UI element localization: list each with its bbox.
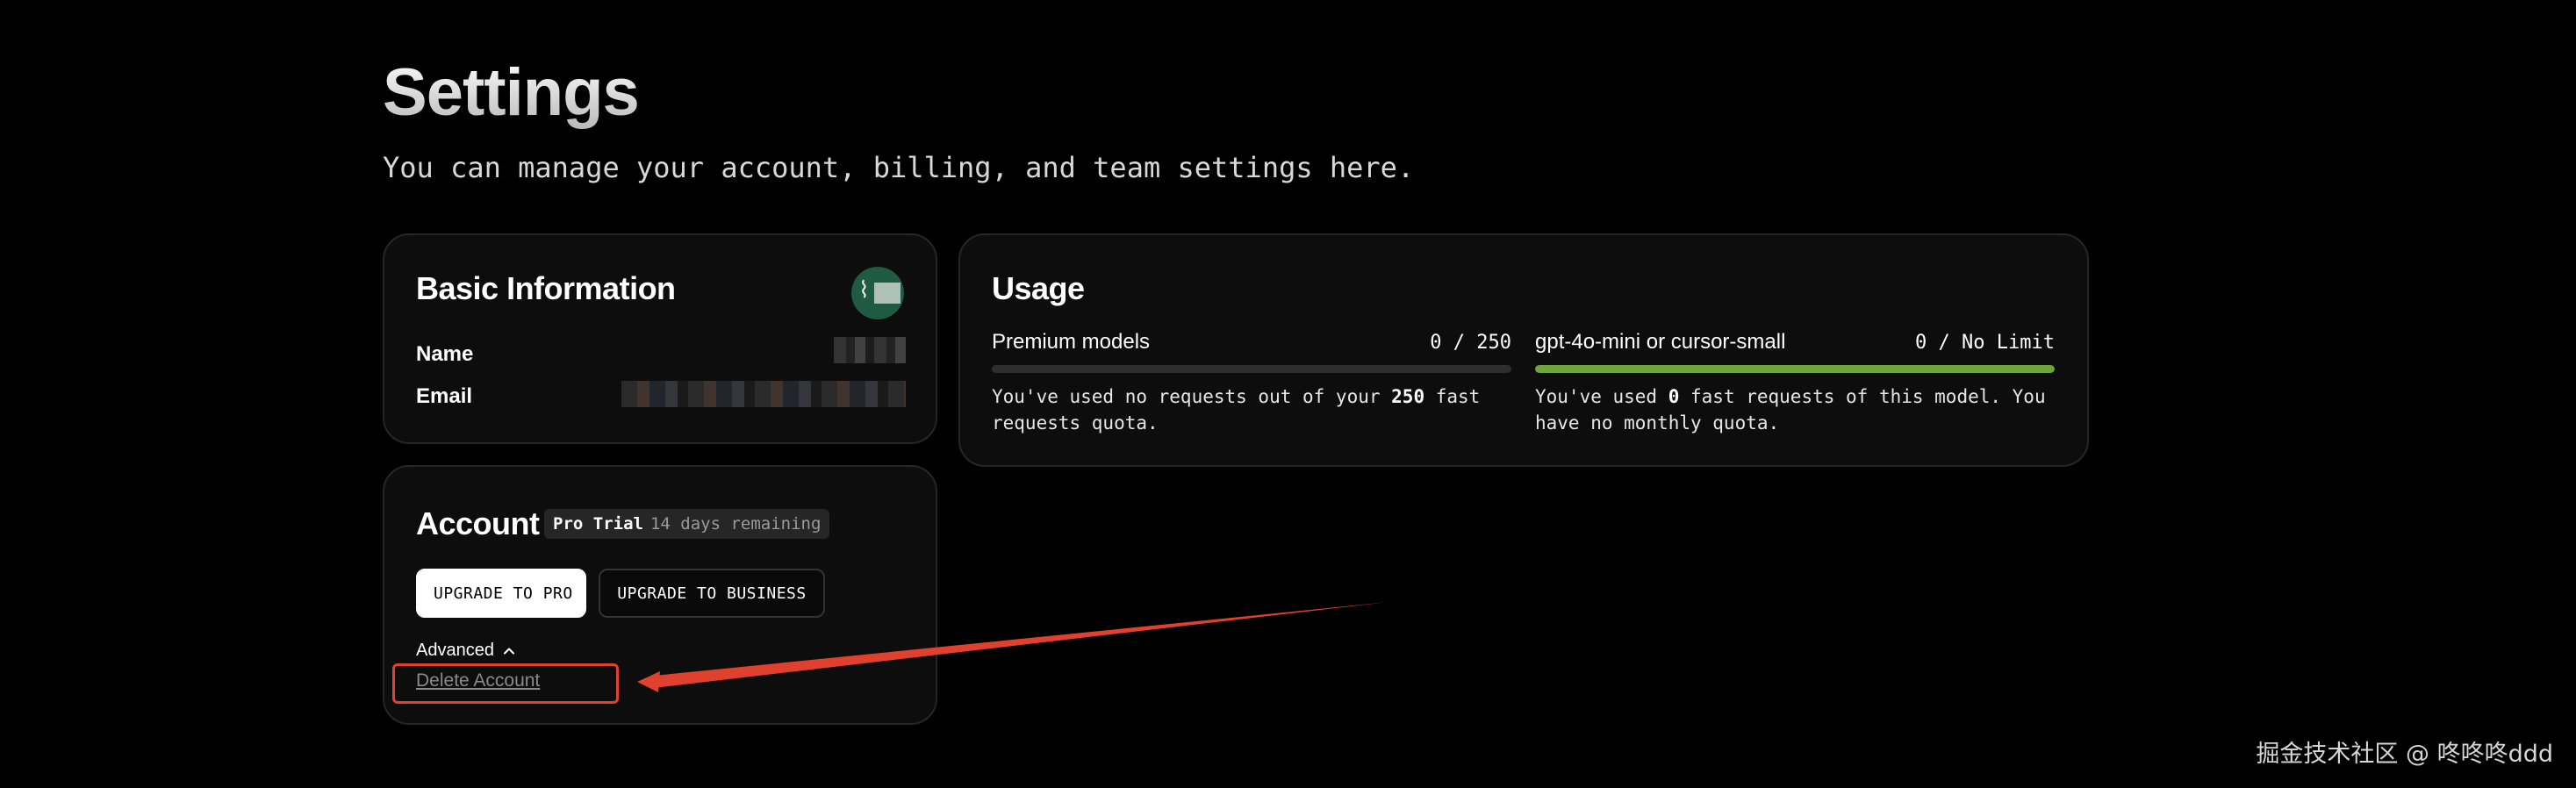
usage-small-description: You've used 0 fast requests of this mode… <box>1535 383 2055 436</box>
email-value-redacted <box>621 381 906 407</box>
avatar-glyph-icon: ⌇ <box>858 277 870 304</box>
advanced-toggle[interactable]: Advanced <box>416 641 515 661</box>
usage-premium-name: Premium models <box>992 330 1151 354</box>
usage-premium-count: 0 / 250 <box>1430 332 1511 354</box>
usage-premium-desc-before: You've used no requests out of your <box>992 386 1392 407</box>
basic-information-card: Basic Information ⌇ Name Email <box>383 233 937 444</box>
usage-small-progress-bar <box>1535 365 2055 373</box>
advanced-label: Advanced <box>416 641 494 660</box>
watermark-text: 掘金技术社区 @ 咚咚咚ddd <box>2256 741 2553 768</box>
usage-small-models: gpt-4o-mini or cursor-small 0 / No Limit… <box>1535 330 2055 436</box>
usage-title: Usage <box>992 270 1085 306</box>
plan-remaining: 14 days remaining <box>649 514 822 534</box>
usage-premium-progress-bar <box>992 365 1511 373</box>
usage-card: Usage Premium models 0 / 250 You've used… <box>958 233 2089 467</box>
avatar[interactable]: ⌇ <box>851 267 904 319</box>
account-title: Account <box>416 505 540 541</box>
usage-small-name: gpt-4o-mini or cursor-small <box>1535 330 1786 354</box>
avatar-image-block <box>874 283 901 304</box>
basic-information-title: Basic Information <box>416 270 676 306</box>
page-subtitle: You can manage your account, billing, an… <box>383 151 1415 184</box>
name-value-redacted <box>834 337 906 363</box>
annotation-highlight-box <box>392 663 619 704</box>
upgrade-to-business-button[interactable]: UPGRADE TO BUSINESS <box>599 569 825 618</box>
usage-small-progress-fill <box>1535 365 2055 373</box>
plan-badge: Pro Trial 14 days remaining <box>544 509 830 539</box>
plan-name: Pro Trial <box>553 514 643 534</box>
usage-premium-desc-bold: 250 <box>1391 386 1425 407</box>
name-label: Name <box>416 342 474 366</box>
usage-premium-models: Premium models 0 / 250 You've used no re… <box>992 330 1511 436</box>
usage-small-count: 0 / No Limit <box>1915 332 2055 354</box>
page-title: Settings <box>383 55 640 130</box>
upgrade-to-pro-button[interactable]: UPGRADE TO PRO <box>416 569 586 618</box>
chevron-up-icon <box>503 648 514 654</box>
usage-small-desc-bold: 0 <box>1668 386 1680 407</box>
email-label: Email <box>416 384 473 408</box>
usage-small-desc-before: You've used <box>1535 386 1668 407</box>
usage-premium-description: You've used no requests out of your 250 … <box>992 383 1511 436</box>
